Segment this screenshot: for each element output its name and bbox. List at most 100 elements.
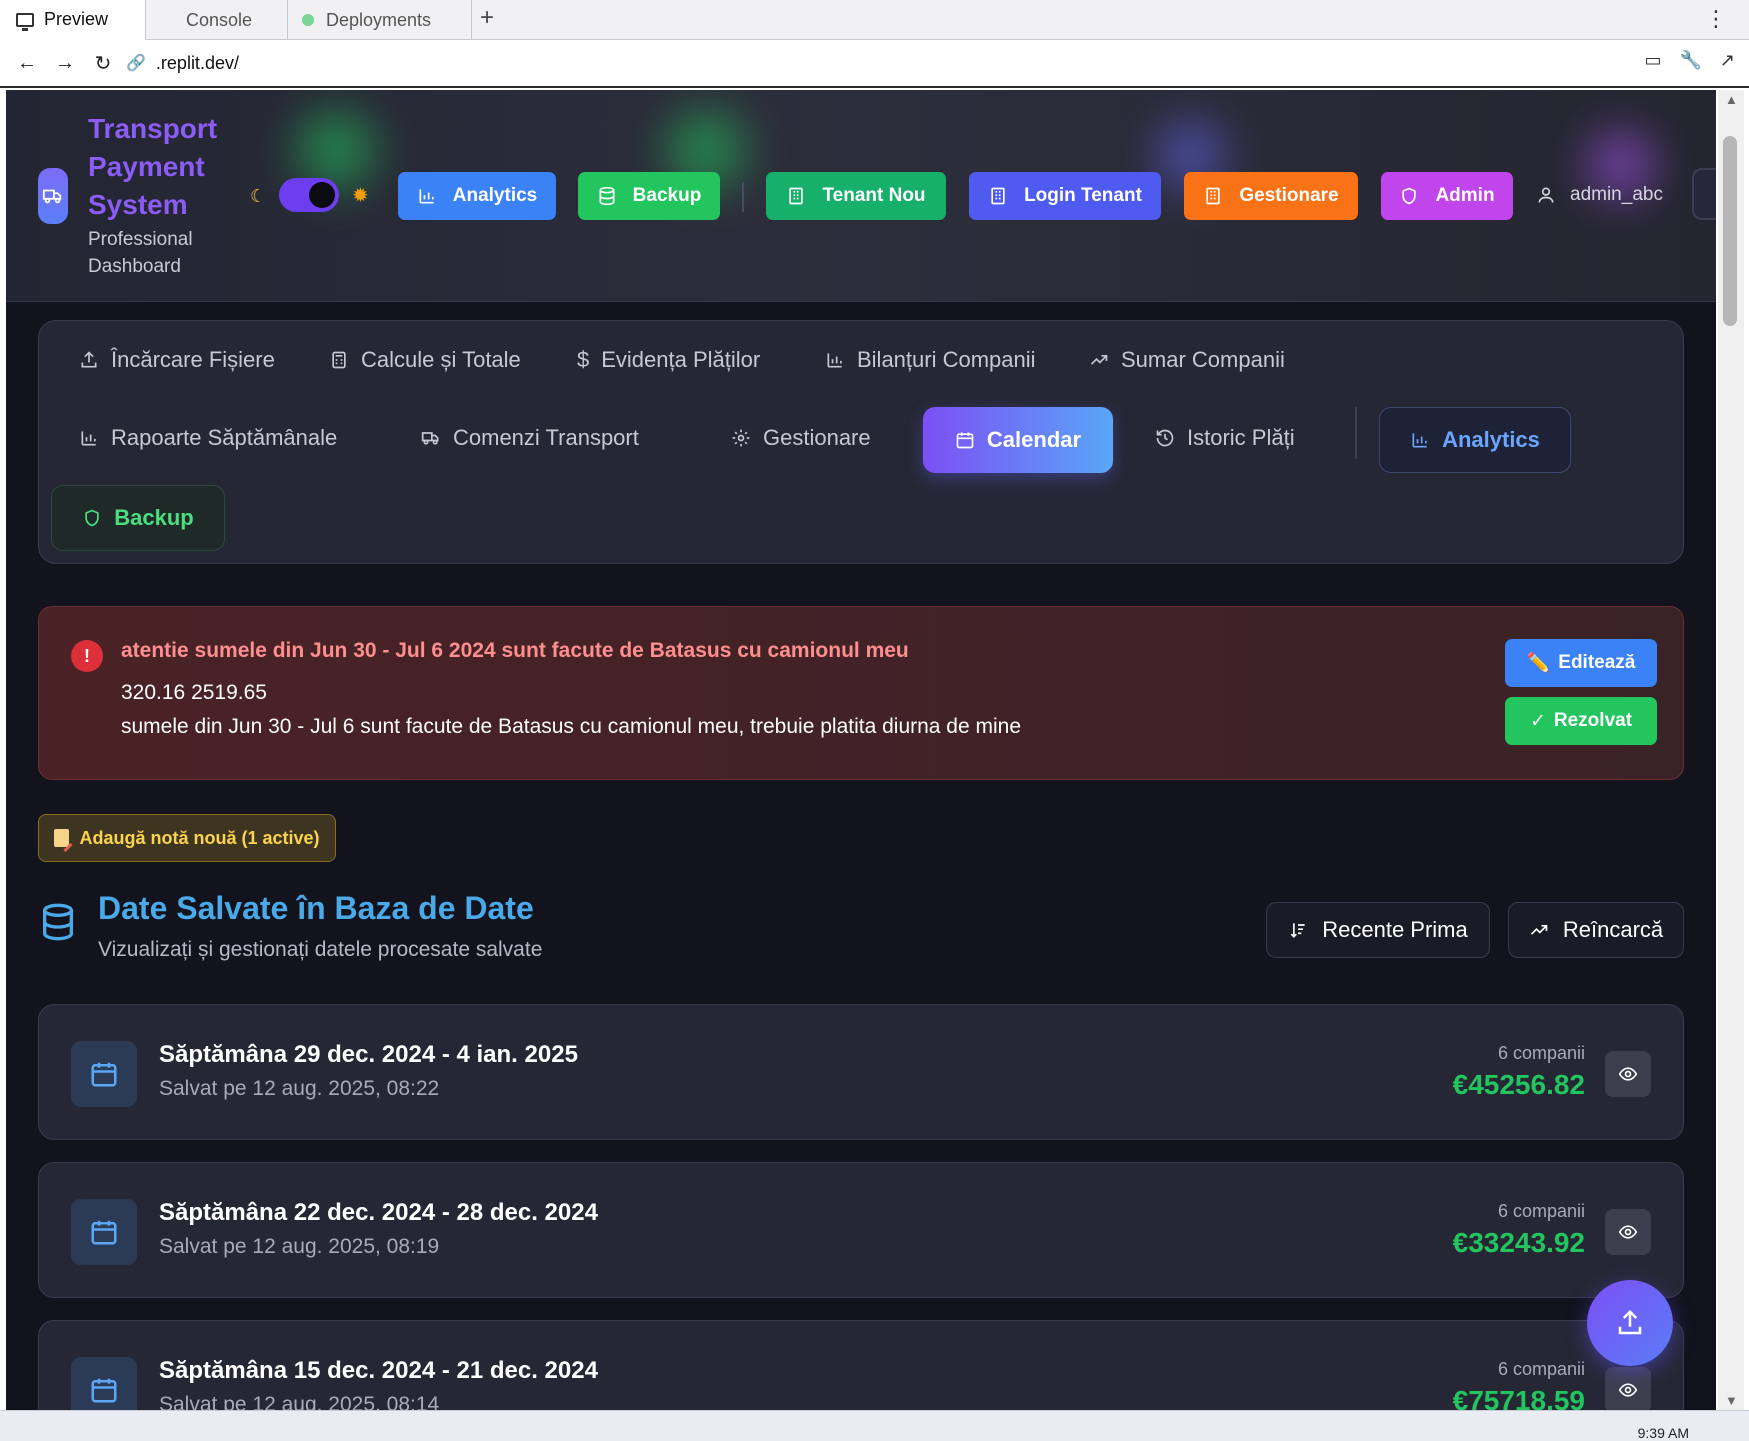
database-icon: [43, 903, 73, 941]
header-divider: [742, 182, 744, 212]
calendar-icon: [71, 1357, 137, 1410]
tenant-nou-button[interactable]: Tenant Nou: [766, 172, 946, 220]
calendar-icon: [71, 1199, 137, 1265]
login-tenant-label: Login Tenant: [1024, 185, 1142, 206]
scroll-down-icon[interactable]: ▼: [1725, 1393, 1738, 1408]
devices-icon[interactable]: ▭: [1644, 50, 1661, 71]
trending-up-icon: [1530, 925, 1548, 935]
tenant-nou-label: Tenant Nou: [822, 185, 926, 206]
edit-note-label: Editează: [1558, 652, 1636, 673]
nav-istoric-plati[interactable]: Istoric Plăți: [1155, 405, 1295, 471]
alert-amounts: 320.16 2519.65: [121, 681, 267, 704]
nav-label: Calendar: [986, 427, 1082, 452]
truck-logo-icon: [38, 168, 68, 224]
nav-label: Istoric Plăți: [1187, 425, 1295, 450]
database-icon: [599, 186, 615, 206]
more-options-icon[interactable]: ⋮: [1705, 6, 1727, 32]
nav-bilanturi-companii[interactable]: Bilanțuri Companii: [825, 327, 1036, 393]
shield-icon: [85, 509, 99, 527]
memo-icon: [54, 829, 70, 847]
trending-up-icon: [1090, 355, 1108, 365]
tab-deployments-label: Deployments: [326, 9, 432, 30]
week-title: Săptămâna 29 dec. 2024 - 4 ian. 2025: [159, 1041, 578, 1068]
deployments-icon: [302, 14, 314, 26]
header-backup-button[interactable]: Backup: [578, 172, 720, 220]
nav-analytics[interactable]: Analytics: [1379, 407, 1571, 473]
view-eye-icon[interactable]: [1605, 1209, 1651, 1255]
header-backup-label: Backup: [632, 185, 702, 206]
resolve-note-button[interactable]: ✓ Rezolvat: [1505, 697, 1657, 745]
login-tenant-button[interactable]: Login Tenant: [969, 172, 1161, 220]
nav-backup[interactable]: Backup: [51, 485, 225, 551]
open-external-icon[interactable]: ↗: [1720, 50, 1735, 71]
week-row[interactable]: Săptămâna 22 dec. 2024 - 28 dec. 2024 Sa…: [38, 1162, 1684, 1298]
week-row[interactable]: Săptămâna 29 dec. 2024 - 4 ian. 2025 Sal…: [38, 1004, 1684, 1140]
week-title: Săptămâna 22 dec. 2024 - 28 dec. 2024: [159, 1199, 598, 1226]
theme-toggle[interactable]: [279, 178, 339, 212]
tab-deployments[interactable]: Deployments: [288, 0, 472, 40]
pencil-icon: ✏️: [1526, 653, 1551, 674]
building-icon: [789, 187, 804, 205]
gestionare-button[interactable]: Gestionare: [1184, 172, 1358, 220]
nav-divider: [1355, 407, 1357, 459]
calendar-icon: [956, 432, 974, 449]
resolve-note-label: Rezolvat: [1553, 710, 1633, 731]
nav-comenzi-transport[interactable]: Comenzi Transport: [421, 405, 639, 471]
forward-icon[interactable]: →: [46, 52, 84, 75]
nav-label: Analytics: [1442, 427, 1540, 452]
alert-title: atentie sumele din Jun 30 - Jul 6 2024 s…: [121, 639, 909, 662]
nav-label: Comenzi Transport: [453, 425, 639, 450]
week-company-count: 6 companii: [1497, 1043, 1585, 1063]
calendar-icon: [71, 1041, 137, 1107]
nav-rapoarte-saptamanale[interactable]: Rapoarte Săptămânale: [79, 405, 337, 471]
bar-chart-icon: [81, 431, 96, 446]
back-icon[interactable]: ←: [8, 52, 46, 75]
nav-incarcare-fisiere[interactable]: Încărcare Fișiere: [79, 327, 275, 393]
bell-icon[interactable]: [1692, 168, 1716, 220]
nav-label: Bilanțuri Companii: [857, 347, 1036, 372]
page-scrollbar[interactable]: ▲ ▼: [1718, 90, 1744, 1410]
scrollbar-thumb[interactable]: [1723, 136, 1737, 326]
nav-sumar-companii[interactable]: Sumar Companii: [1089, 327, 1285, 393]
building-icon: [1206, 187, 1221, 205]
nav-evidenta-platilor[interactable]: $ Evidența Plăților: [577, 327, 760, 393]
tab-console[interactable]: Console: [146, 0, 288, 40]
gestionare-label: Gestionare: [1239, 185, 1339, 206]
add-note-button[interactable]: Adaugă notă nouă (1 active): [38, 814, 336, 862]
scroll-up-icon[interactable]: ▲: [1725, 92, 1738, 107]
nav-calendar[interactable]: Calendar: [923, 407, 1113, 473]
admin-button[interactable]: Admin: [1381, 172, 1513, 220]
user-menu[interactable]: admin_abc: [1536, 184, 1663, 206]
week-company-count: 6 companii: [1497, 1359, 1585, 1379]
brand-title: Transport Payment System: [88, 113, 218, 220]
taskbar-clock: 9:39 AM: [1637, 1425, 1689, 1441]
sort-recent-button[interactable]: Recente Prima: [1266, 902, 1490, 958]
reload-label: Reîncarcă: [1562, 917, 1664, 942]
nav-calcule-totale[interactable]: Calcule și Totale: [329, 327, 521, 393]
week-row[interactable]: Săptămâna 15 dec. 2024 - 21 dec. 2024 Sa…: [38, 1320, 1684, 1410]
bar-chart-icon: [1412, 433, 1427, 448]
new-tab-button[interactable]: +: [480, 4, 494, 32]
building-icon: [991, 187, 1005, 205]
wrench-icon[interactable]: 🔧: [1679, 50, 1701, 71]
main-nav: Încărcare Fișiere Calcule și Totale $ Ev…: [38, 320, 1684, 564]
truck-icon: [421, 432, 439, 445]
add-note-label: Adaugă notă nouă (1 active): [79, 827, 320, 848]
history-icon: [1156, 429, 1174, 447]
nav-label: Evidența Plăților: [601, 347, 761, 372]
upload-fab-button[interactable]: [1587, 1280, 1673, 1366]
nav-gestionare[interactable]: Gestionare: [731, 405, 871, 471]
header-analytics-label: Analytics: [452, 185, 538, 206]
week-company-count: 6 companii: [1497, 1201, 1585, 1221]
reload-button[interactable]: Reîncarcă: [1508, 902, 1684, 958]
header-analytics-button[interactable]: Analytics: [398, 172, 556, 220]
tab-console-label: Console: [186, 9, 253, 30]
link-icon: 🔗: [126, 55, 146, 72]
url-field[interactable]: .replit.dev/: [156, 53, 239, 74]
edit-note-button[interactable]: ✏️ Editează: [1505, 639, 1657, 687]
reload-icon[interactable]: ↻: [84, 51, 122, 76]
tab-preview[interactable]: Preview: [0, 0, 146, 40]
week-saved-date: Salvat pe 12 aug. 2025, 08:19: [159, 1235, 440, 1258]
view-eye-icon[interactable]: [1605, 1051, 1651, 1097]
view-eye-icon[interactable]: [1605, 1367, 1651, 1410]
